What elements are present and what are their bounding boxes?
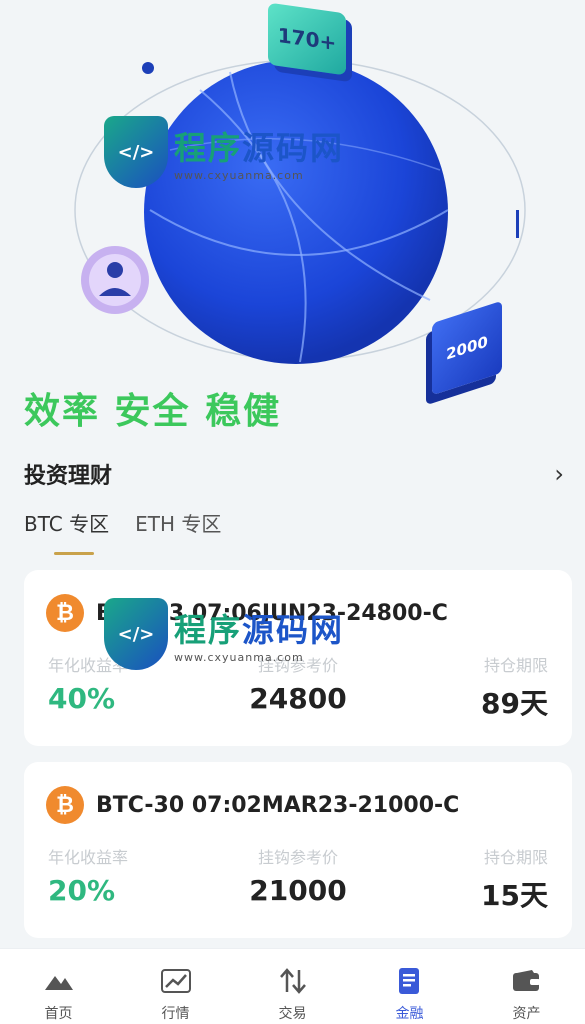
tab-btc-zone[interactable]: BTC 专区 [24, 508, 109, 555]
product-card[interactable]: ₿ BTC-30 07:02MAR23-21000-C 年化收益率 挂钩参考价 … [24, 762, 572, 938]
nav-item-trade[interactable]: 交易 [243, 949, 343, 1024]
period-label: 持仓期限 [483, 656, 548, 675]
product-name: BTC-13 07:06JUN23-24800-C [96, 600, 448, 626]
document-icon [394, 967, 426, 995]
product-card[interactable]: ₿ BTC-13 07:06JUN23-24800-C 年化收益率 挂钩参考价 … [24, 570, 572, 746]
chart-icon [160, 967, 192, 995]
nav-label: 交易 [278, 1006, 307, 1022]
bitcoin-icon: ₿ [46, 594, 84, 632]
section-title: 投资理财 [24, 464, 113, 489]
user-avatar-bubble [81, 246, 149, 314]
holding-period: 89天 [481, 687, 548, 720]
swap-arrows-icon [277, 967, 309, 995]
nav-label: 资产 [512, 1006, 541, 1022]
period-label: 持仓期限 [483, 848, 548, 867]
active-tab-indicator [54, 552, 94, 555]
tab-label: BTC 专区 [24, 512, 110, 536]
hero-banner: 170+ 2000 效率 安全 稳健 [0, 0, 585, 440]
nav-item-finance[interactable]: 金融 [360, 949, 460, 1024]
wallet-icon [511, 967, 543, 995]
chevron-right-icon[interactable]: › [554, 460, 564, 488]
badge-170-plus: 170+ [268, 2, 346, 76]
bottom-nav: 首页 行情 交易 金融 资产 [0, 948, 585, 1024]
nav-label: 行情 [161, 1006, 190, 1022]
nav-item-assets[interactable]: 资产 [477, 949, 577, 1024]
zone-tabs: BTC 专区 ETH 专区 [24, 508, 221, 555]
nav-label: 首页 [44, 1006, 73, 1022]
home-mountain-icon [43, 967, 75, 995]
nav-item-market[interactable]: 行情 [126, 949, 226, 1024]
hero-slogan: 效率 安全 稳健 [24, 391, 282, 432]
holding-period: 15天 [481, 879, 548, 912]
nav-item-home[interactable]: 首页 [9, 949, 109, 1024]
section-header[interactable]: 投资理财 › [24, 458, 564, 490]
nav-label: 金融 [395, 1006, 424, 1022]
tab-eth-zone[interactable]: ETH 专区 [135, 508, 221, 555]
tab-label: ETH 专区 [135, 512, 222, 536]
bitcoin-icon: ₿ [46, 786, 84, 824]
product-name: BTC-30 07:02MAR23-21000-C [96, 792, 460, 818]
